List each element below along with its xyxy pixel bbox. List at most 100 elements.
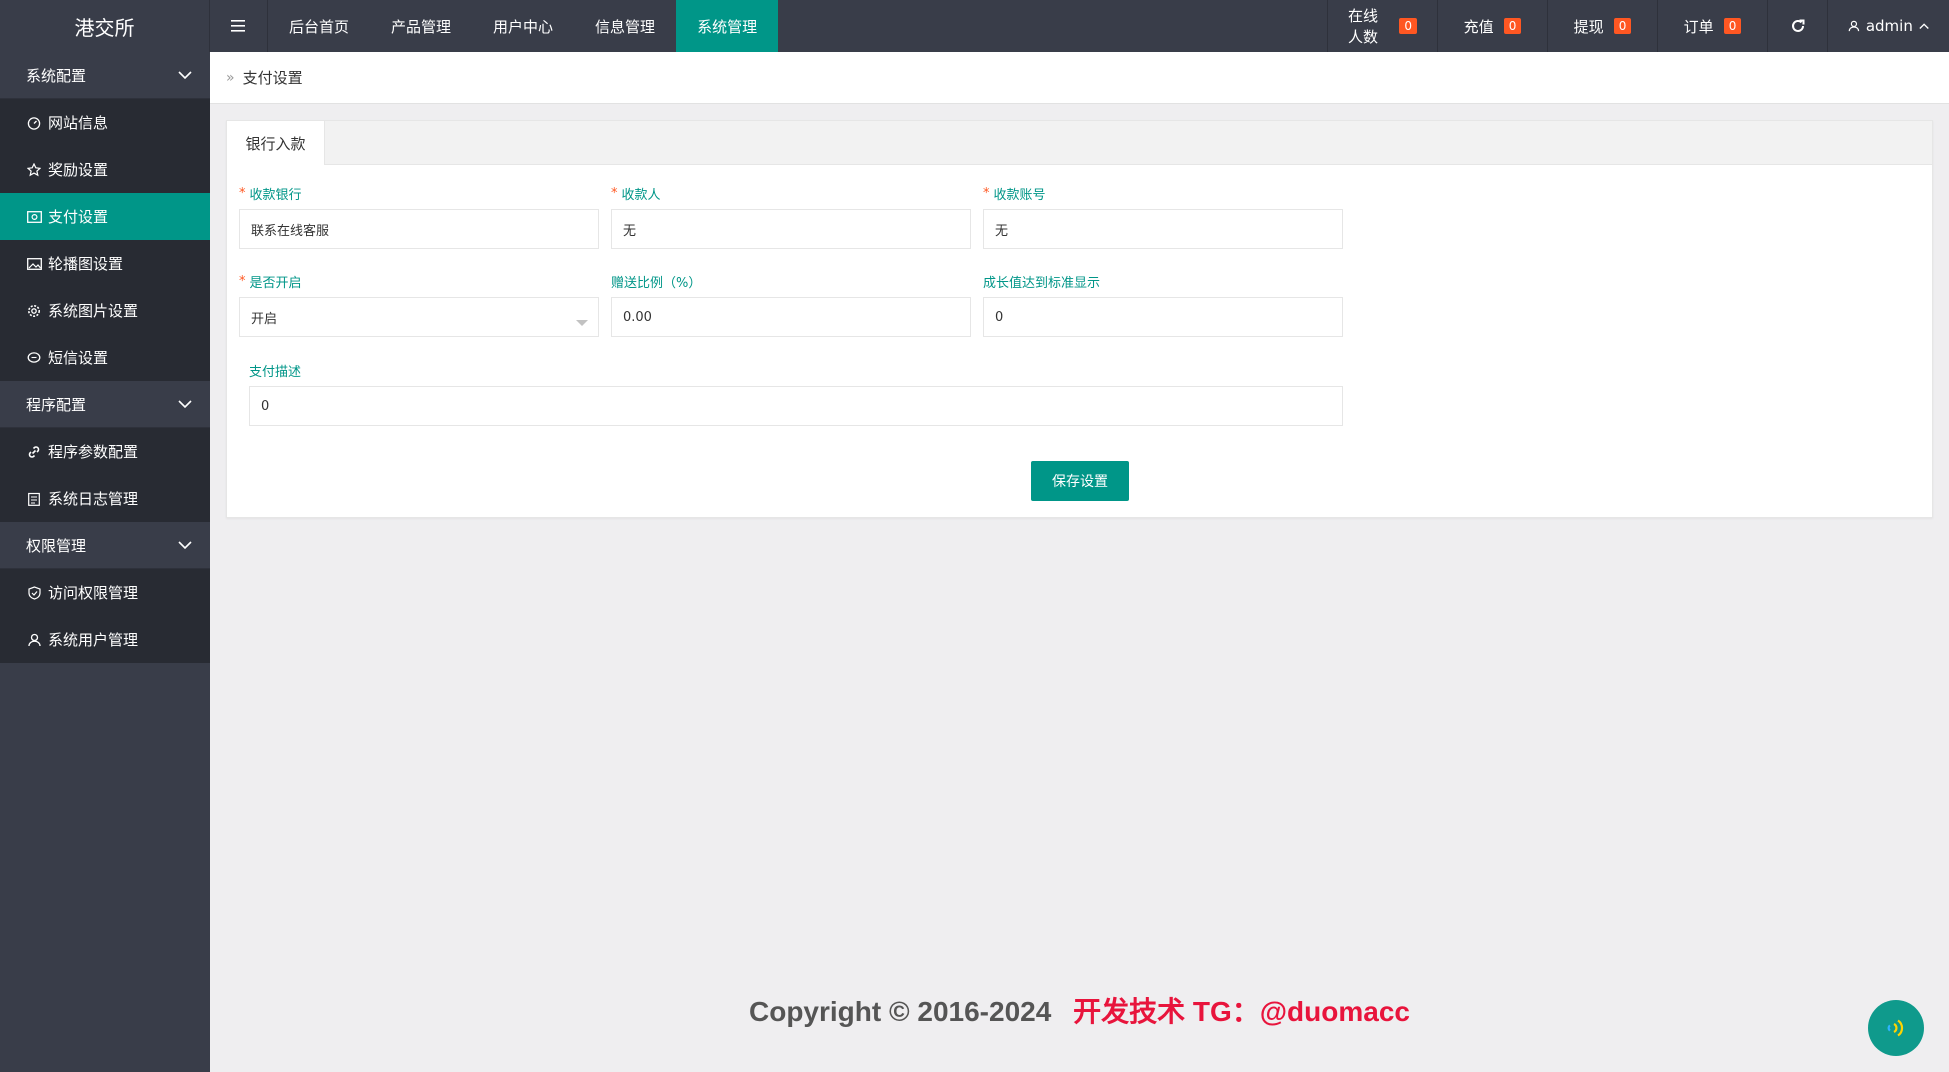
field-bonus-ratio: 赠送比例（%） (611, 275, 971, 337)
stat-online-label: 在线人数 (1348, 7, 1379, 46)
field-growth: 成长值达到标准显示 (983, 275, 1343, 337)
stat-withdraw-badge: 0 (1613, 18, 1632, 34)
sound-wave-icon (1887, 1019, 1904, 1037)
sidebar-item-label: 网站信息 (48, 114, 109, 132)
app-logo[interactable]: 港交所 (0, 0, 210, 52)
payee-input[interactable] (611, 209, 971, 249)
sidebar-item-system-users[interactable]: 系统用户管理 (0, 616, 210, 663)
sidebar-item-site-info[interactable]: 网站信息 (0, 99, 210, 146)
field-payee: * 收款人 (611, 186, 971, 249)
sidebar-item-rewards[interactable]: 奖励设置 (0, 146, 210, 193)
required-mark: * (983, 186, 990, 201)
field-bank-label: 收款银行 (249, 188, 302, 203)
nav-item-home[interactable]: 后台首页 (268, 0, 370, 52)
stat-orders[interactable]: 订单 0 (1657, 0, 1767, 52)
bonus-ratio-input[interactable] (611, 297, 971, 337)
gear-icon (26, 303, 42, 319)
user-icon (26, 632, 42, 648)
field-bank: * 收款银行 (239, 186, 599, 249)
chevron-down-icon (178, 400, 192, 409)
field-bonus-ratio-label: 赠送比例（%） (611, 276, 702, 291)
sidebar-item-payment[interactable]: 支付设置 (0, 193, 210, 240)
breadcrumb: » 支付设置 (210, 52, 1949, 104)
stat-withdraw-label: 提现 (1573, 17, 1604, 36)
stat-recharge[interactable]: 充值 0 (1437, 0, 1547, 52)
sidebar-item-access-permissions[interactable]: 访问权限管理 (0, 569, 210, 616)
sidebar-group-permissions[interactable]: 权限管理 (0, 522, 210, 569)
stat-recharge-badge: 0 (1503, 18, 1522, 34)
field-account-label: 收款账号 (993, 188, 1046, 203)
nav-item-users[interactable]: 用户中心 (472, 0, 574, 52)
stat-online[interactable]: 在线人数 0 (1327, 0, 1437, 52)
field-growth-label: 成长值达到标准显示 (983, 276, 1101, 291)
sidebar-item-label: 系统用户管理 (48, 631, 139, 649)
footer: Copyright © 2016-2024 开发技术 TG：@duomacc (210, 990, 1949, 1030)
required-mark: * (239, 274, 246, 289)
dashboard-icon (26, 115, 42, 131)
double-chevron-right-icon: » (226, 69, 235, 86)
chevron-down-icon (178, 71, 192, 80)
stat-withdraw[interactable]: 提现 0 (1547, 0, 1657, 52)
field-enabled: * 是否开启 (239, 274, 599, 337)
breadcrumb-current: 支付设置 (242, 69, 303, 87)
enabled-select-value[interactable] (239, 297, 599, 337)
bank-input[interactable] (239, 209, 599, 249)
sidebar-item-label: 访问权限管理 (48, 584, 139, 602)
refresh-icon (1791, 19, 1804, 32)
stat-orders-badge: 0 (1723, 18, 1742, 34)
star-icon (26, 162, 42, 178)
required-mark: * (239, 186, 246, 201)
payment-settings-card: 银行入款 *收款银行 *收款人 *收款账号 *是否开启 赠送比例（%） 成长值达… (226, 120, 1933, 518)
user-menu[interactable]: admin (1827, 0, 1949, 52)
save-button[interactable]: 保存设置 (1031, 461, 1129, 501)
sidebar-item-program-params[interactable]: 程序参数配置 (0, 428, 210, 475)
log-icon (26, 491, 42, 507)
refresh-button[interactable] (1767, 0, 1827, 52)
sidebar-item-label: 轮播图设置 (48, 255, 124, 273)
sidebar-group-system-config[interactable]: 系统配置 (0, 52, 210, 99)
sidebar-item-label: 系统日志管理 (48, 490, 139, 508)
field-payee-label: 收款人 (621, 188, 661, 203)
sidebar-item-label: 支付设置 (48, 208, 109, 226)
sidebar-item-carousel[interactable]: 轮播图设置 (0, 240, 210, 287)
field-enabled-label: 是否开启 (249, 276, 302, 291)
shield-icon (26, 585, 42, 601)
top-header: 港交所 后台首页 产品管理 用户中心 信息管理 系统管理 在线人数 0 充值 0… (0, 0, 1949, 52)
growth-input[interactable] (983, 297, 1343, 337)
field-description-label: 支付描述 (249, 365, 302, 380)
nav-item-products[interactable]: 产品管理 (370, 0, 472, 52)
stat-online-badge: 0 (1399, 18, 1417, 34)
field-account: * 收款账号 (983, 186, 1343, 249)
tab-bank-deposit[interactable]: 银行入款 (227, 121, 325, 165)
menu-toggle-button[interactable] (210, 0, 268, 52)
field-description: 支付描述 (249, 364, 1343, 426)
sidebar-item-system-logs[interactable]: 系统日志管理 (0, 475, 210, 522)
sidebar-item-system-images[interactable]: 系统图片设置 (0, 287, 210, 334)
sidebar-item-label: 系统图片设置 (48, 302, 139, 320)
chevron-up-icon (1919, 23, 1929, 30)
developer-contact: 开发技术 TG：@duomacc (1073, 996, 1410, 1027)
chat-icon (26, 350, 42, 366)
tab-bar: 银行入款 (227, 121, 1932, 165)
enabled-select[interactable] (239, 297, 599, 337)
sidebar-item-sms[interactable]: 短信设置 (0, 334, 210, 381)
nav-item-system[interactable]: 系统管理 (676, 0, 779, 52)
link-icon (26, 444, 42, 460)
sidebar-item-label: 奖励设置 (48, 161, 109, 179)
sidebar-group-program-config[interactable]: 程序配置 (0, 381, 210, 428)
sidebar-item-label: 程序参数配置 (48, 443, 139, 461)
user-icon (1848, 20, 1860, 32)
top-nav: 后台首页 产品管理 用户中心 信息管理 系统管理 (268, 0, 779, 52)
header-right: 在线人数 0 充值 0 提现 0 订单 0 admin (1327, 0, 1949, 52)
menu-icon (230, 20, 245, 32)
chat-float-button[interactable] (1868, 1000, 1924, 1056)
nav-item-info[interactable]: 信息管理 (574, 0, 676, 52)
picture-icon (26, 256, 42, 272)
stat-recharge-label: 充值 (1463, 17, 1494, 36)
account-input[interactable] (983, 209, 1343, 249)
sidebar-group-label: 程序配置 (26, 395, 87, 414)
required-mark: * (611, 186, 618, 201)
stat-orders-label: 订单 (1683, 17, 1714, 36)
description-input[interactable] (249, 386, 1343, 426)
caret-down-icon (576, 320, 588, 326)
